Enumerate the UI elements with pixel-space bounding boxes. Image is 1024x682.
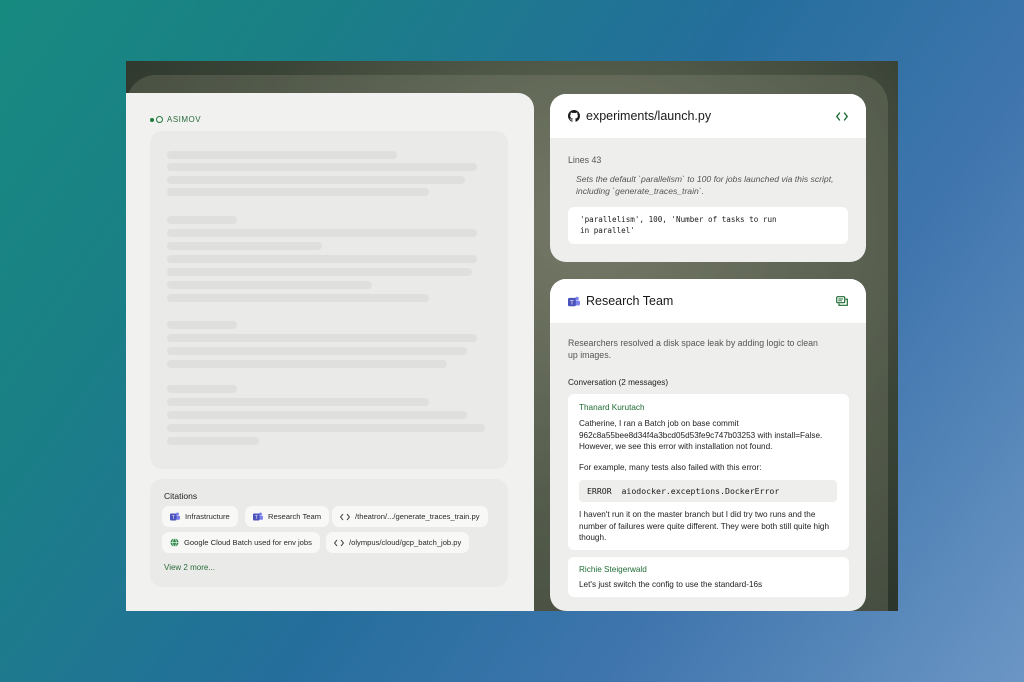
chip-label: Google Cloud Batch used for env jobs [184,538,312,547]
citations-card: Citations T Infrastructure T Research Te… [150,479,508,587]
teams-icon: T [253,512,263,521]
teams-icon: T [568,296,580,307]
skeleton-line [167,242,322,250]
team-card-header: T Research Team [550,279,866,323]
message-text: I haven't run it on the master branch bu… [579,510,830,542]
citation-chip-gcp-batch-job[interactable]: /olympus/cloud/gcp_batch_job.py [326,532,470,553]
skeleton-line [167,163,477,171]
message-text: For example, many tests also failed with… [579,463,762,472]
chip-label: Research Team [268,512,322,521]
code-line: 'parallelism', 100, 'Number of tasks to … [580,215,777,224]
message-card[interactable]: Thanard Kurutach Catherine, I ran a Batc… [568,394,849,550]
skeleton-line [167,424,485,432]
citation-chip-generate-traces[interactable]: /theatron/.../generate_traces_train.py [332,506,488,527]
skeleton-line [167,411,467,419]
blurred-answer-content [150,131,508,469]
github-icon [568,110,580,122]
message-author: Thanard Kurutach [579,403,645,412]
skeleton-line [167,151,397,159]
message-text: Let's just switch the config to use the … [579,580,763,589]
skeleton-line [167,360,447,368]
skeleton-line [167,229,477,237]
brand-name: ASIMOV [167,115,202,124]
message-card[interactable]: Richie Steigerwald Let's just switch the… [568,557,849,597]
team-card-title: Research Team [586,294,674,308]
code-icon[interactable] [836,111,848,121]
line-range: Lines 43 [568,155,602,165]
code-card-header: experiments/launch.py [550,94,866,138]
code-line: in parallel' [580,226,635,235]
team-summary: Researchers resolved a disk space leak b… [568,338,818,360]
svg-text:T: T [570,300,574,306]
skeleton-line [167,321,237,329]
globe-icon [170,538,179,547]
skeleton-line [167,268,472,276]
skeleton-line [167,281,372,289]
research-team-card[interactable]: T Research Team Researchers resolved a d… [550,279,866,611]
chip-label: Infrastructure [185,512,230,521]
skeleton-line [167,176,465,184]
conversation-title: Conversation (2 messages) [568,378,669,387]
code-snippet: 'parallelism', 100, 'Number of tasks to … [568,207,848,244]
citations-title: Citations [164,491,198,501]
chat-icon[interactable] [836,295,848,307]
chip-label: /theatron/.../generate_traces_train.py [355,512,480,521]
skeleton-line [167,334,477,342]
error-code-block: ERROR aiodocker.exceptions.DockerError [579,480,837,502]
answer-panel: ASIMOV Citations T Infrastructure T Rese… [126,93,534,611]
skeleton-line [167,347,467,355]
app-window: ASIMOV Citations T Infrastructure T Rese… [126,61,898,611]
chip-label: /olympus/cloud/gcp_batch_job.py [349,538,462,547]
svg-text:T: T [172,515,175,521]
message-author: Richie Steigerwald [579,565,647,574]
skeleton-line [167,385,237,393]
citation-chip-google-cloud-batch[interactable]: Google Cloud Batch used for env jobs [162,532,320,553]
skeleton-line [167,188,429,196]
brand: ASIMOV [150,115,201,124]
skeleton-line [167,398,429,406]
code-card-title: experiments/launch.py [586,109,712,123]
skeleton-line [167,216,237,224]
code-icon [340,513,350,521]
code-description: Sets the default `parallelism` to 100 fo… [576,174,834,196]
skeleton-line [167,294,429,302]
teams-icon: T [170,512,180,521]
asimov-logo-icon [150,116,163,123]
citation-chip-research-team[interactable]: T Research Team [245,506,330,527]
code-icon [334,539,344,547]
view-more-link[interactable]: View 2 more... [164,563,215,572]
error-text: ERROR aiodocker.exceptions.DockerError [587,486,780,496]
citation-chip-infrastructure[interactable]: T Infrastructure [162,506,238,527]
svg-text:T: T [255,515,258,521]
skeleton-line [167,437,259,445]
message-text: Catherine, I ran a Batch job on base com… [579,419,823,451]
skeleton-line [167,255,477,263]
code-source-card[interactable]: experiments/launch.py Lines 43 Sets the … [550,94,866,262]
